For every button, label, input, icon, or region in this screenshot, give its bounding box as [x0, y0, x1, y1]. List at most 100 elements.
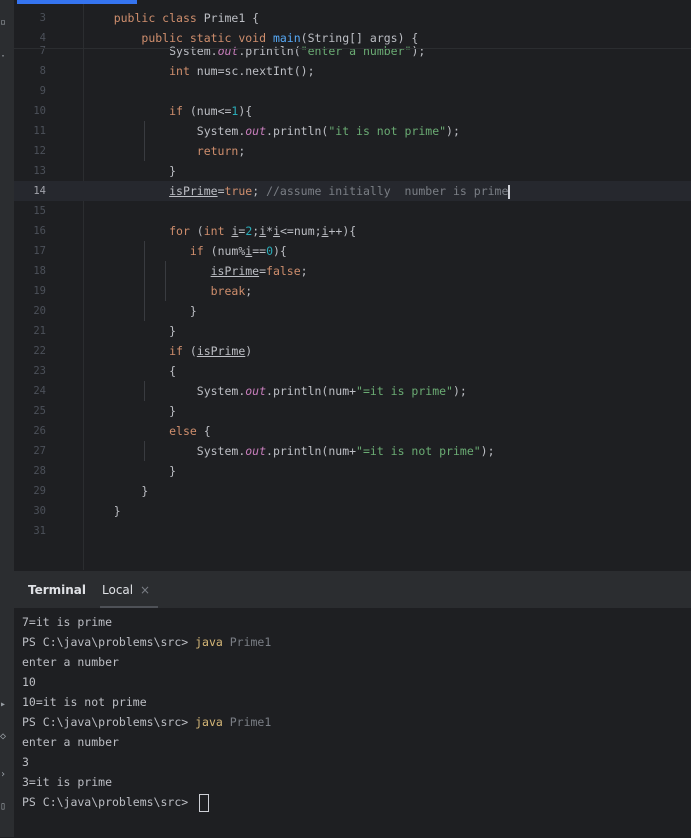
code-line[interactable]: 28 } — [14, 461, 691, 481]
tab-local[interactable]: Local × — [88, 572, 158, 608]
code-token: "it is not prime" — [328, 124, 447, 138]
code-line[interactable]: 18 isPrime=false; — [14, 261, 691, 281]
code-line[interactable]: 29 } — [14, 481, 691, 501]
code-line[interactable]: 22 if (isPrime) — [14, 341, 691, 361]
indent-guide — [165, 261, 166, 301]
line-number: 31 — [33, 525, 46, 537]
code-line[interactable]: 25 } — [14, 401, 691, 421]
code-line[interactable]: 11 System.out.println("it is not prime")… — [14, 121, 691, 141]
code-token: false — [266, 264, 301, 278]
line-number: 8 — [39, 65, 46, 77]
services-icon[interactable]: ▸ — [0, 700, 8, 710]
terminal-output-line: 10 — [22, 675, 36, 689]
line-number: 12 — [33, 145, 46, 157]
code-text: int num=sc.nextInt(); — [86, 61, 315, 81]
terminal-tool-icon[interactable]: › — [0, 770, 8, 780]
code-token: } — [86, 164, 177, 178]
code-token: "enter a number" — [300, 44, 412, 58]
code-token: public class — [113, 11, 204, 25]
code-token: num=sc.nextInt(); — [196, 64, 315, 78]
code-token: if — [169, 344, 190, 358]
code-line[interactable]: 31 — [14, 521, 691, 541]
code-token: = — [217, 184, 225, 198]
code-line[interactable]: 26 else { — [14, 421, 691, 441]
code-text: } — [86, 501, 121, 521]
more-dots-icon[interactable]: · — [0, 52, 8, 62]
code-token: out — [245, 124, 267, 138]
code-line[interactable]: 24 System.out.println(num+"=it is prime"… — [14, 381, 691, 401]
code-line[interactable]: 27 System.out.println(num+"=it is not pr… — [14, 441, 691, 461]
code-text: isPrime=false; — [86, 261, 308, 281]
tab-underline — [100, 606, 158, 608]
code-token: = — [259, 264, 267, 278]
code-line[interactable]: 16 for (int i=2;i*i<=num;i++){ — [14, 221, 691, 241]
line-number: 20 — [33, 305, 46, 317]
code-token: (num% — [210, 244, 246, 258]
code-line[interactable]: 20 } — [14, 301, 691, 321]
terminal-title[interactable]: Terminal — [28, 583, 86, 597]
code-token: { — [203, 424, 211, 438]
code-token: ; — [245, 284, 253, 298]
line-number: 22 — [33, 345, 46, 357]
prompt-path: PS C:\java\problems\src> — [22, 635, 196, 649]
code-token: System. — [86, 44, 218, 58]
line-number: 14 — [33, 185, 46, 197]
project-tool-icon[interactable]: ▫ — [0, 18, 8, 28]
line-number: 7 — [39, 45, 46, 57]
terminal-cursor[interactable] — [199, 793, 210, 812]
code-line[interactable]: 30 } — [14, 501, 691, 521]
code-token: if — [189, 244, 211, 258]
code-line[interactable]: 17 if (num%i==0){ — [14, 241, 691, 261]
code-text: if (num%i==0){ — [86, 241, 287, 261]
text-caret — [508, 184, 510, 199]
code-token: isPrime — [210, 264, 260, 278]
line-number: 25 — [33, 405, 46, 417]
code-line[interactable]: 9 — [14, 81, 691, 101]
indent-guide — [144, 121, 145, 161]
code-token: ){ — [238, 104, 253, 118]
code-line[interactable]: 8 int num=sc.nextInt(); — [14, 61, 691, 81]
line-number: 29 — [33, 485, 46, 497]
code-token: System. — [86, 384, 246, 398]
line-number: 16 — [33, 225, 46, 237]
code-token: "=it is not prime" — [356, 444, 481, 458]
terminal-prompt-line: PS C:\java\problems\src> — [22, 792, 210, 812]
code-token: System. — [86, 124, 246, 138]
code-line[interactable]: 19 break; — [14, 281, 691, 301]
code-text: System.out.println(num+"=it is not prime… — [86, 441, 495, 461]
code-token: ; — [300, 264, 308, 278]
code-line[interactable]: 13 } — [14, 161, 691, 181]
code-text: if (num<=1){ — [86, 101, 252, 121]
problems-icon[interactable]: ◇ — [0, 732, 8, 742]
code-token: ) — [245, 344, 253, 358]
line-number: 11 — [33, 125, 46, 137]
code-editor[interactable]: 3 public class Prime1 {4 public static v… — [14, 4, 691, 570]
code-token: == — [252, 244, 267, 258]
code-text: System.out.println("enter a number"); — [86, 41, 425, 61]
code-text: } — [86, 301, 197, 321]
code-line[interactable]: 12 return; — [14, 141, 691, 161]
code-line[interactable]: 21 } — [14, 321, 691, 341]
line-number: 23 — [33, 365, 46, 377]
indent-guide — [144, 241, 145, 321]
close-icon[interactable]: × — [140, 583, 150, 597]
git-tool-icon[interactable]: ▯ — [0, 802, 8, 812]
code-line[interactable]: 7 System.out.println("enter a number"); — [14, 41, 691, 61]
code-token: .println( — [238, 44, 301, 58]
code-text: if (isPrime) — [86, 341, 252, 361]
command-name: java — [195, 715, 223, 729]
code-token: { — [86, 364, 177, 378]
code-token: ++){ — [328, 224, 357, 238]
line-number: 21 — [33, 325, 46, 337]
code-line[interactable]: 10 if (num<=1){ — [14, 101, 691, 121]
code-line[interactable]: 14 isPrime=true; //assume initially numb… — [14, 181, 691, 201]
code-text: } — [86, 401, 176, 421]
code-line[interactable]: 15 — [14, 201, 691, 221]
prompt-path: PS C:\java\problems\src> — [22, 795, 196, 809]
code-line[interactable]: 23 { — [14, 361, 691, 381]
code-line[interactable]: 3 public class Prime1 { — [14, 8, 691, 28]
code-token: .println( — [266, 124, 329, 138]
